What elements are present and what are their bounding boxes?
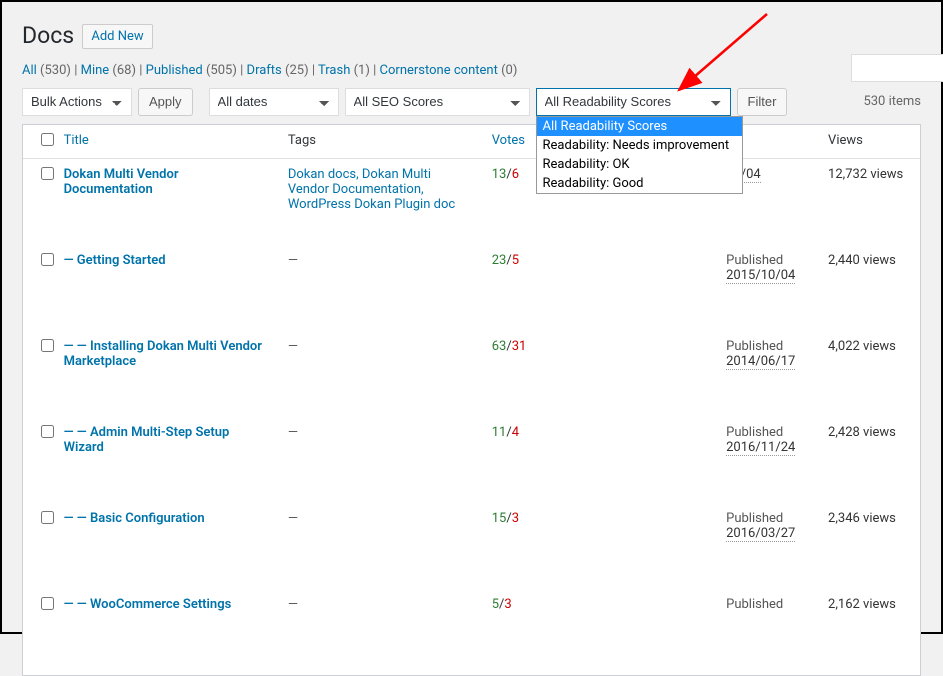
filter-button[interactable]: Filter [737,88,788,116]
readability-score-select[interactable]: All Readability Scores [536,88,731,116]
votes-negative: 5 [512,253,519,268]
row-title-link[interactable]: — — Installing Dokan Multi Vendor Market… [64,339,262,369]
filter-link-mine[interactable]: Mine [81,63,110,78]
row-title-link[interactable]: — Getting Started [64,253,166,268]
column-tags: Tags [278,125,482,159]
no-tags: — [288,597,298,612]
count-mine: (68) [112,63,136,78]
filter-link-all[interactable]: All [22,63,37,78]
row-views: 2,162 views [818,589,920,675]
votes-negative: 31 [512,339,527,354]
filter-link-trash[interactable]: Trash [318,63,350,78]
row-title-link[interactable]: Dokan Multi Vendor Documentation [64,167,179,197]
filter-link-cornerstone[interactable]: Cornerstone content [380,63,498,78]
no-tags: — [288,425,298,440]
table-row: — — WooCommerce Settings—5/3Published2,1… [23,589,920,675]
row-status: Published [726,425,808,440]
no-tags: — [288,253,298,268]
add-new-button[interactable]: Add New [82,24,152,49]
docs-table: Title Tags Votes Views Dokan Multi Vendo… [22,124,921,676]
column-title[interactable]: Title [64,133,89,148]
count-trash: (1) [354,63,370,78]
column-views: Views [818,125,920,159]
votes-positive: 13 [492,167,507,182]
page-title: Docs [22,12,74,55]
row-title-link[interactable]: — — Admin Multi-Step Setup Wizard [64,425,230,455]
table-row: — — Admin Multi-Step Setup Wizard—11/4Pu… [23,417,920,503]
row-date: 2014/06/17 [726,354,795,370]
row-checkbox[interactable] [41,597,54,610]
row-checkbox[interactable] [41,253,54,266]
table-row: — — Basic Configuration—15/3Published201… [23,503,920,589]
readability-option-ok[interactable]: Readability: OK [537,155,742,174]
votes-negative: 3 [512,511,519,526]
row-views: 4,022 views [818,331,920,417]
table-row: — — Installing Dokan Multi Vendor Market… [23,331,920,417]
count-published: (505) [206,63,237,78]
readability-option-needs-improvement[interactable]: Readability: Needs improvement [537,136,742,155]
table-row: — Getting Started—23/5Published2015/10/0… [23,245,920,331]
filter-link-drafts[interactable]: Drafts [247,63,282,78]
search-input[interactable] [851,54,943,82]
row-date: 2016/11/24 [726,440,795,456]
row-title-link[interactable]: — — WooCommerce Settings [64,597,232,612]
row-title-link[interactable]: — — Basic Configuration [64,511,205,526]
no-tags: — [288,339,298,354]
votes-negative: 4 [512,425,519,440]
seo-score-select[interactable]: All SEO Scores [345,88,530,116]
readability-dropdown-open: All Readability Scores Readability: Need… [536,116,743,194]
row-status: Published [726,597,808,612]
row-checkbox[interactable] [41,511,54,524]
items-count: 530 items [863,94,921,109]
votes-negative: 6 [512,167,519,182]
row-checkbox[interactable] [41,339,54,352]
count-all: (530) [40,63,71,78]
count-drafts: (25) [285,63,309,78]
votes-positive: 11 [492,425,507,440]
readability-option-all[interactable]: All Readability Scores [537,117,742,136]
status-filter-links: All (530) | Mine (68) | Published (505) … [22,63,921,78]
tablenav-top: Bulk Actions Apply All dates All SEO Sco… [22,88,921,116]
table-row: Dokan Multi Vendor Documentation Dokan do… [23,159,920,245]
search-box [851,54,943,82]
row-views: 2,346 views [818,503,920,589]
row-status: Published [726,339,808,354]
readability-option-good[interactable]: Readability: Good [537,174,742,193]
row-status: Published [726,511,808,526]
filter-link-published[interactable]: Published [146,63,203,78]
column-votes[interactable]: Votes [492,133,525,148]
row-views: 2,428 views [818,417,920,503]
bulk-actions-select[interactable]: Bulk Actions [22,88,132,116]
tag-link[interactable]: Dokan docs, Dokan Multi Vendor Documenta… [288,167,455,212]
votes-positive: 5 [492,597,499,612]
votes-negative: 3 [504,597,511,612]
row-checkbox[interactable] [41,425,54,438]
row-date: 2015/10/04 [726,268,795,284]
row-views: 2,440 views [818,245,920,331]
row-views: 12,732 views [818,159,920,245]
row-checkbox[interactable] [41,167,54,180]
count-cornerstone: (0) [501,63,517,78]
votes-positive: 63 [492,339,507,354]
votes-positive: 15 [492,511,507,526]
select-all-checkbox[interactable] [41,133,54,146]
votes-positive: 23 [492,253,507,268]
apply-button[interactable]: Apply [138,88,193,116]
row-date: 2016/03/27 [726,526,795,542]
date-filter-select[interactable]: All dates [209,88,339,116]
row-tags: Dokan docs, Dokan Multi Vendor Documenta… [288,167,455,212]
row-status: Published [726,253,808,268]
no-tags: — [288,511,298,526]
